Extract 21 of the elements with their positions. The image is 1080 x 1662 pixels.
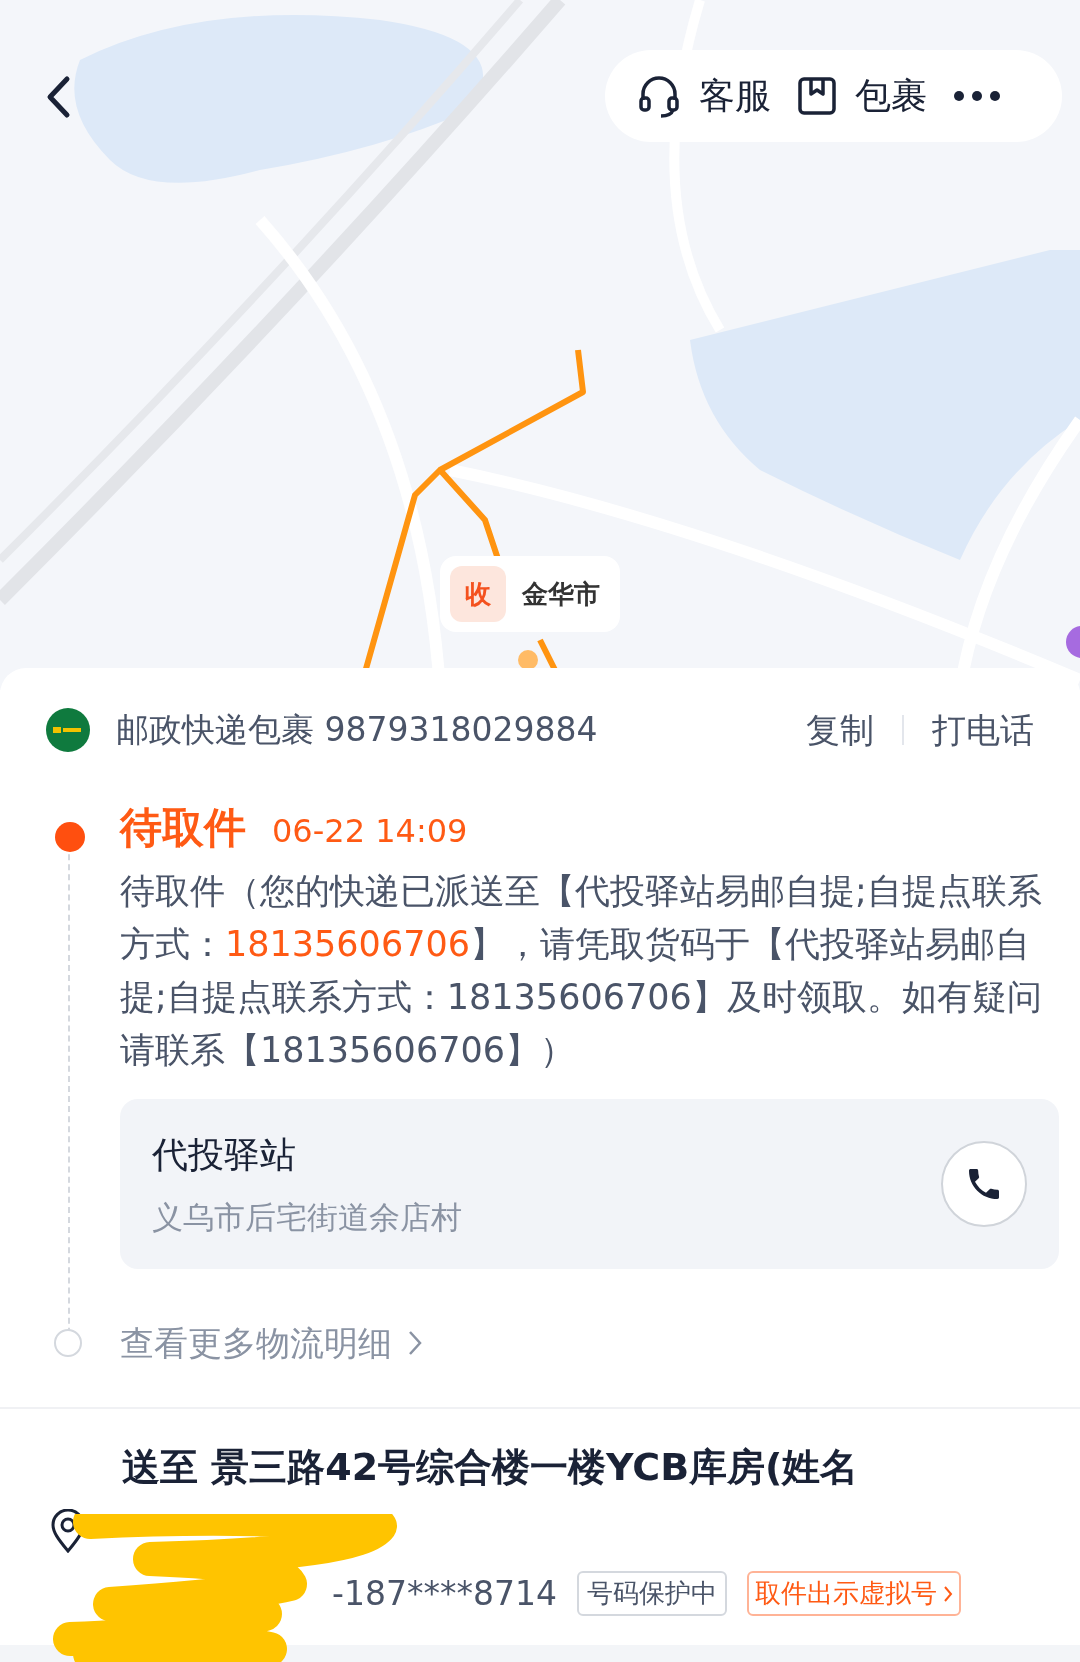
package-button[interactable]: 包裹 (797, 69, 927, 123)
more-button[interactable] (953, 90, 1001, 102)
status-description: 待取件（您的快递已派送至【代投驿站易邮自提;自提点联系方式：18135606706】，请凭取货码于【代投驿站易邮自提;自提点联系方式：18135606706】及时领取。如有疑问请联系【18135606706】） (120, 870, 1043, 1072)
receive-badge: 收 (450, 566, 506, 622)
delivery-address: 送至 景三路42号综合楼一楼YCB库房(姓名 (122, 1444, 860, 1491)
status-time: 06-22 14:09 (272, 811, 468, 852)
chevron-right-icon (408, 1330, 422, 1356)
marker-label: 金华市 (522, 577, 600, 611)
station-name: 代投驿站 (152, 1132, 297, 1177)
station-address: 义乌市后宅街道余店村 (152, 1197, 463, 1237)
number-protection-tag: 号码保护中 (576, 1571, 727, 1617)
more-icon (953, 90, 1001, 102)
status-title: 待取件 (120, 802, 246, 854)
headset-icon (637, 74, 681, 118)
carrier-tracking-number: 邮政快递包裹 9879318029884 (116, 709, 599, 752)
recipient-phone: -187****8714 (332, 1573, 557, 1615)
copy-button[interactable]: 复制 (806, 704, 874, 756)
chevron-right-icon (942, 1584, 953, 1603)
customer-service-button[interactable]: 客服 (637, 69, 771, 123)
call-button[interactable]: 打电话 (932, 704, 1034, 756)
package-icon (797, 76, 837, 116)
